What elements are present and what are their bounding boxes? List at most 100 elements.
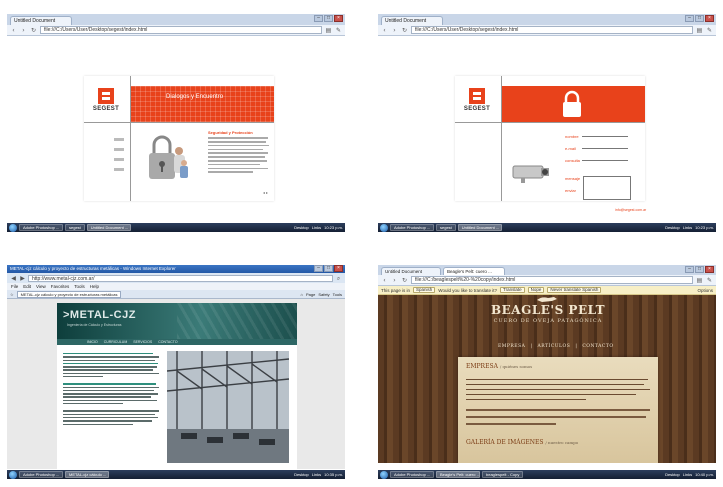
options-menu[interactable]: Options: [697, 288, 713, 293]
menu-file[interactable]: File: [11, 284, 18, 289]
nav-curriculum[interactable]: CURRICULUM: [104, 340, 128, 344]
forward-arrow-icon[interactable]: ›: [391, 27, 398, 34]
email-field[interactable]: [582, 148, 628, 149]
address-bar[interactable]: http://www.metal-cjz.com.ar/: [28, 274, 333, 282]
clock[interactable]: 10:35 p.m.: [324, 472, 343, 477]
nav-contacto[interactable]: CONTACTO: [582, 344, 613, 349]
taskbar-button[interactable]: Untitled Document ...: [457, 224, 502, 231]
menu-favorites[interactable]: Favorites: [51, 284, 70, 289]
maximize-button[interactable]: □: [695, 15, 704, 22]
links-toolbar[interactable]: Links: [312, 472, 321, 477]
home-icon[interactable]: ⌂: [301, 292, 303, 297]
browser-tab[interactable]: Untitled Document: [381, 267, 441, 275]
links-toolbar[interactable]: Links: [312, 225, 321, 230]
close-button[interactable]: ×: [334, 265, 343, 272]
maximize-button[interactable]: □: [695, 266, 704, 273]
taskbar-button[interactable]: Adobe Photoshop ...: [19, 224, 63, 231]
language-select[interactable]: Spanish: [413, 287, 436, 293]
desktop-toolbar[interactable]: Desktop: [294, 225, 309, 230]
back-arrow-icon[interactable]: ‹: [381, 277, 388, 284]
start-button-icon[interactable]: [9, 470, 17, 479]
close-button[interactable]: ×: [705, 15, 714, 22]
taskbar-button[interactable]: segest: [436, 224, 456, 231]
page-menu[interactable]: Page: [306, 292, 315, 297]
safety-menu[interactable]: Safety: [318, 292, 329, 297]
clock[interactable]: 10:40 p.m.: [695, 472, 714, 477]
nav-item[interactable]: [114, 168, 124, 171]
wrench-icon[interactable]: ✎: [706, 277, 713, 284]
close-button[interactable]: ×: [334, 15, 343, 22]
page-menu-icon[interactable]: ▤: [696, 27, 703, 34]
menu-view[interactable]: View: [36, 284, 46, 289]
tools-menu[interactable]: Tools: [333, 292, 342, 297]
address-bar[interactable]: file:///C:/Users/User/Desktop/segest/ind…: [411, 26, 693, 34]
message-textarea[interactable]: [583, 176, 631, 200]
close-button[interactable]: ×: [705, 266, 714, 273]
taskbar-button[interactable]: Adobe Photoshop ...: [390, 224, 434, 231]
taskbar-button[interactable]: segest: [65, 224, 85, 231]
nope-button[interactable]: Nope: [527, 287, 545, 293]
minimize-button[interactable]: –: [314, 265, 323, 272]
reload-icon[interactable]: ↻: [401, 277, 408, 284]
reload-icon[interactable]: ↻: [30, 27, 37, 34]
taskbar-button[interactable]: beaglespelt - Copy: [482, 471, 524, 478]
browser-tab-active[interactable]: Beagle's Pelt: cuero ...: [443, 267, 505, 275]
taskbar-button[interactable]: Beagle's Pelt: cuero ...: [436, 471, 480, 478]
back-arrow-icon[interactable]: ‹: [381, 27, 388, 34]
start-button-icon[interactable]: [380, 470, 388, 479]
links-toolbar[interactable]: Links: [683, 472, 692, 477]
nav-empresa[interactable]: EMPRESA: [498, 344, 525, 349]
taskbar-button[interactable]: Untitled Document ...: [86, 224, 131, 231]
back-arrow-icon[interactable]: ◀: [10, 275, 17, 282]
nav-inicio[interactable]: INICIO: [87, 340, 98, 344]
back-arrow-icon[interactable]: ‹: [10, 27, 17, 34]
nav-servicios[interactable]: SERVICIOS: [133, 340, 152, 344]
site-title[interactable]: BEAGLE'S PELT: [438, 303, 658, 317]
reload-icon[interactable]: ↻: [401, 27, 408, 34]
clock[interactable]: 10:23 p.m.: [695, 225, 714, 230]
taskbar-button[interactable]: METAL-cjz cálculo ...: [65, 471, 109, 478]
nav-item[interactable]: [114, 148, 124, 151]
menu-help[interactable]: Help: [90, 284, 99, 289]
wrench-icon[interactable]: ✎: [706, 27, 713, 34]
page-menu-icon[interactable]: ▤: [325, 27, 332, 34]
minimize-button[interactable]: –: [314, 15, 323, 22]
send-button[interactable]: enviar: [565, 188, 579, 193]
wrench-icon[interactable]: ✎: [335, 27, 342, 34]
browser-tab[interactable]: Untitled Document: [10, 16, 72, 25]
name-field[interactable]: [582, 136, 628, 137]
desktop-toolbar[interactable]: Desktop: [294, 472, 309, 477]
start-button-icon[interactable]: [380, 223, 388, 232]
menu-tools[interactable]: Tools: [74, 284, 85, 289]
nav-item[interactable]: [114, 158, 124, 161]
minimize-button[interactable]: –: [685, 15, 694, 22]
segest-logo[interactable]: SEGEST: [463, 88, 491, 116]
browser-tab[interactable]: METAL-cjz cálculo y proyecto de estructu…: [16, 290, 122, 298]
taskbar-button[interactable]: Adobe Photoshop ...: [390, 471, 434, 478]
translate-button[interactable]: Translate: [499, 287, 525, 293]
menu-edit[interactable]: Edit: [23, 284, 31, 289]
minimize-button[interactable]: –: [685, 266, 694, 273]
search-icon[interactable]: ⌕: [335, 275, 342, 282]
nav-contacto[interactable]: CONTACTO: [158, 340, 177, 344]
forward-arrow-icon[interactable]: ▶: [19, 275, 26, 282]
nav-item[interactable]: [114, 138, 124, 141]
links-toolbar[interactable]: Links: [683, 225, 692, 230]
browser-tab[interactable]: Untitled Document: [381, 16, 443, 25]
taskbar-button[interactable]: Adobe Photoshop ...: [19, 471, 63, 478]
page-menu-icon[interactable]: ▤: [696, 277, 703, 284]
pager[interactable]: ◂ ▸: [263, 190, 268, 195]
address-bar[interactable]: file:///C:/Users/User/Desktop/segest/ind…: [40, 26, 322, 34]
site-logo[interactable]: >METAL-CJZ: [63, 309, 136, 321]
segest-logo[interactable]: SEGEST: [92, 88, 120, 116]
favorites-star-icon[interactable]: ☆: [10, 292, 14, 297]
address-bar[interactable]: file:///C:/beaglespelt%20-%20copy/index.…: [411, 276, 693, 284]
maximize-button[interactable]: □: [324, 15, 333, 22]
desktop-toolbar[interactable]: Desktop: [665, 472, 680, 477]
footer-email[interactable]: info@segest.com.ar: [615, 208, 646, 212]
subject-field[interactable]: [582, 160, 628, 161]
start-button-icon[interactable]: [9, 223, 17, 232]
desktop-toolbar[interactable]: Desktop: [665, 225, 680, 230]
never-translate-button[interactable]: Never translate Spanish: [547, 287, 602, 293]
nav-articulos[interactable]: ARTÍCULOS: [537, 344, 570, 349]
